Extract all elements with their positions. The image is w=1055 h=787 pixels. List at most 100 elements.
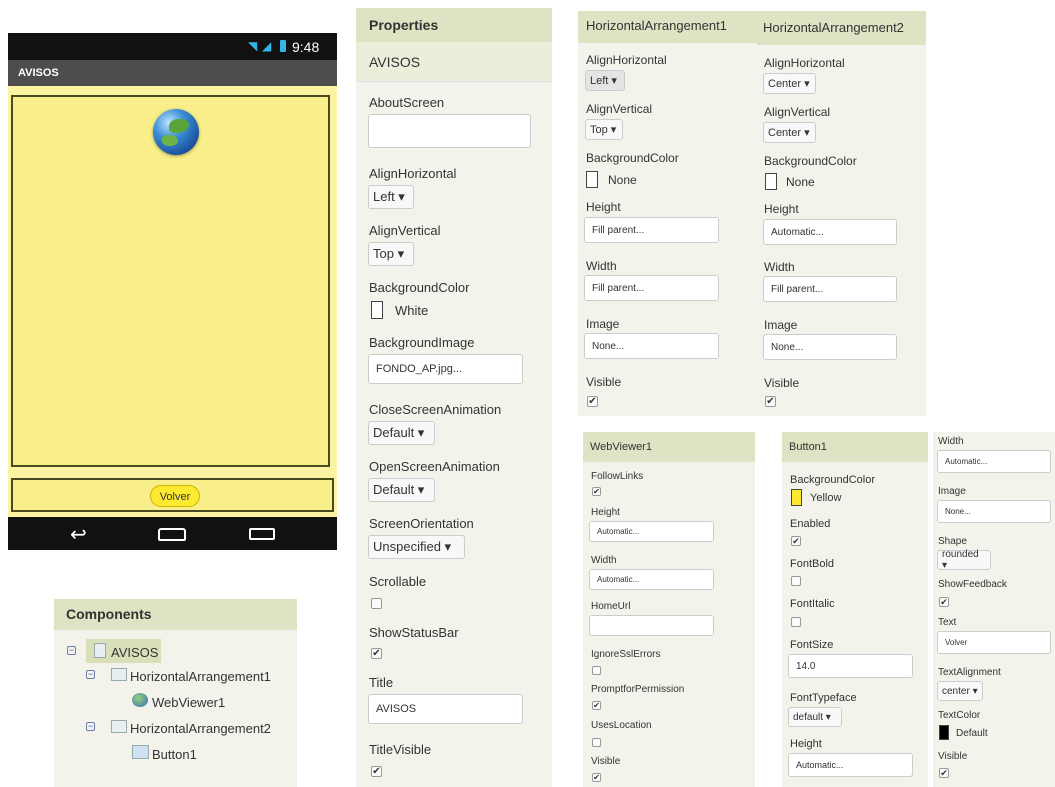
ignore-ssl-checkbox[interactable]: [592, 666, 601, 675]
tree-item-button[interactable]: Button1: [152, 747, 197, 762]
horizontal-arrangement-2-preview[interactable]: Volver: [11, 478, 334, 512]
ha1-image-field[interactable]: None...: [584, 333, 719, 359]
bg-image-field[interactable]: FONDO_AP.jpg...: [368, 354, 523, 384]
about-textarea[interactable]: [368, 114, 531, 148]
statusbar-label: ShowStatusBar: [369, 625, 459, 640]
homeurl-field[interactable]: [589, 615, 714, 636]
ha2-bg-color-swatch[interactable]: [765, 173, 777, 190]
recent-apps-icon[interactable]: [249, 528, 275, 540]
ha1-width-field[interactable]: Fill parent...: [584, 275, 719, 301]
btn-bg-color-swatch[interactable]: [791, 489, 802, 506]
bg-image-label: BackgroundImage: [369, 335, 475, 350]
components-header: Components: [54, 599, 297, 630]
statusbar-checkbox[interactable]: ✔: [371, 648, 382, 659]
fontbold-label: FontBold: [790, 558, 835, 570]
align-h-dropdown[interactable]: Left ▾: [368, 185, 414, 209]
button-properties-panel: Button1 BackgroundColor Yellow Enabled ✔…: [782, 432, 928, 787]
properties-panel: Properties AVISOS AboutScreen AlignHoriz…: [356, 8, 552, 787]
orientation-label: ScreenOrientation: [369, 516, 474, 531]
fontitalic-checkbox[interactable]: [791, 617, 801, 627]
title-field[interactable]: AVISOS: [368, 694, 523, 724]
textalignment-dropdown[interactable]: center ▾: [937, 681, 983, 701]
signal-icon: ◢: [262, 39, 272, 53]
showfeedback-checkbox[interactable]: ✔: [939, 597, 949, 607]
btn-bg-color-value[interactable]: Yellow: [810, 492, 841, 504]
prompt-permission-checkbox[interactable]: ✔: [592, 701, 601, 710]
screen-area: Volver: [8, 86, 337, 517]
bg-color-value[interactable]: White: [395, 303, 428, 318]
shape-dropdown[interactable]: rounded ▾: [937, 549, 991, 571]
back-icon[interactable]: ↩: [70, 522, 87, 547]
ha2-align-v-dropdown[interactable]: Center ▾: [763, 122, 816, 143]
ha2-align-v-label: AlignVertical: [764, 105, 831, 119]
scrollable-label: Scrollable: [369, 574, 427, 589]
webviewer-header: WebViewer1: [583, 432, 755, 462]
btn-image-field[interactable]: None...: [937, 500, 1051, 523]
ha1-height-field[interactable]: Fill parent...: [584, 217, 719, 243]
orientation-dropdown[interactable]: Unspecified ▾: [368, 535, 465, 559]
ha1-visible-checkbox[interactable]: ✔: [587, 396, 598, 407]
volver-button[interactable]: Volver: [150, 485, 200, 507]
ha1-width-label: Width: [586, 259, 617, 273]
prompt-permission-label: PromptforPermission: [591, 684, 685, 695]
button-icon: [132, 745, 149, 759]
ha2-width-field[interactable]: Fill parent...: [763, 276, 897, 302]
wv-height-field[interactable]: Automatic...: [589, 521, 714, 542]
home-icon[interactable]: [158, 528, 186, 541]
btn-width-label: Width: [938, 436, 964, 447]
fontsize-label: FontSize: [790, 639, 834, 651]
ha2-bg-color-value[interactable]: None: [786, 175, 815, 189]
ha2-properties-panel: HorizontalArrangement2 AlignHorizontal C…: [757, 11, 926, 416]
wv-width-field[interactable]: Automatic...: [589, 569, 714, 590]
scrollable-checkbox[interactable]: [371, 598, 382, 609]
tree-item-webviewer[interactable]: WebViewer1: [152, 695, 225, 710]
ha1-bg-color-value[interactable]: None: [608, 173, 637, 187]
align-v-label: AlignVertical: [369, 223, 441, 238]
textcolor-value[interactable]: Default: [956, 728, 988, 739]
ha1-align-h-dropdown[interactable]: Left ▾: [585, 70, 625, 91]
fontbold-checkbox[interactable]: [791, 576, 801, 586]
ha2-align-h-dropdown[interactable]: Center ▾: [763, 73, 816, 94]
ha1-bg-color-swatch[interactable]: [586, 171, 598, 188]
webviewer-properties-panel: WebViewer1 FollowLinks ✔ Height Automati…: [583, 432, 755, 787]
title-visible-checkbox[interactable]: ✔: [371, 766, 382, 777]
ha2-visible-checkbox[interactable]: ✔: [765, 396, 776, 407]
fontsize-field[interactable]: 14.0: [788, 654, 913, 678]
tree-item-ha2[interactable]: HorizontalArrangement2: [130, 721, 271, 736]
ha1-height-label: Height: [586, 200, 621, 214]
ha1-align-v-dropdown[interactable]: Top ▾: [585, 119, 623, 140]
ha2-image-field[interactable]: None...: [763, 334, 897, 360]
bg-color-swatch[interactable]: [371, 301, 383, 319]
tree-item-avisos[interactable]: AVISOS: [111, 645, 158, 660]
close-anim-dropdown[interactable]: Default ▾: [368, 421, 435, 445]
collapse-icon[interactable]: −: [86, 722, 95, 731]
align-v-dropdown[interactable]: Top ▾: [368, 242, 414, 266]
ha2-height-field[interactable]: Automatic...: [763, 219, 897, 245]
close-anim-label: CloseScreenAnimation: [369, 402, 502, 417]
enabled-checkbox[interactable]: ✔: [791, 536, 801, 546]
btn-height-field[interactable]: Automatic...: [788, 753, 913, 777]
text-field[interactable]: Volver: [937, 631, 1051, 654]
btn-visible-checkbox[interactable]: ✔: [939, 768, 949, 778]
tree-item-ha1[interactable]: HorizontalArrangement1: [130, 669, 271, 684]
bg-color-label: BackgroundColor: [369, 280, 470, 295]
typeface-dropdown[interactable]: default ▾: [788, 707, 842, 727]
wv-visible-label: Visible: [591, 756, 621, 767]
collapse-icon[interactable]: −: [67, 646, 76, 655]
ha1-properties-panel: HorizontalArrangement1 AlignHorizontal L…: [578, 11, 757, 416]
ha1-header: HorizontalArrangement1: [578, 11, 757, 43]
uses-location-checkbox[interactable]: [592, 738, 601, 747]
btn-width-field[interactable]: Automatic...: [937, 450, 1051, 473]
collapse-icon[interactable]: −: [86, 670, 95, 679]
text-label: Text: [938, 617, 957, 628]
open-anim-dropdown[interactable]: Default ▾: [368, 478, 435, 502]
wv-visible-checkbox[interactable]: ✔: [592, 773, 601, 782]
textcolor-swatch[interactable]: [939, 725, 949, 740]
horizontal-arrangement-1-preview[interactable]: [11, 95, 330, 467]
ignore-ssl-label: IgnoreSslErrors: [591, 649, 661, 660]
showfeedback-label: ShowFeedback: [938, 579, 1007, 590]
follow-links-checkbox[interactable]: ✔: [592, 487, 601, 496]
phone-preview: ◥ ◢ 9:48 AVISOS Volver ↩: [8, 33, 337, 550]
open-anim-label: OpenScreenAnimation: [369, 459, 500, 474]
wv-height-label: Height: [591, 507, 620, 518]
